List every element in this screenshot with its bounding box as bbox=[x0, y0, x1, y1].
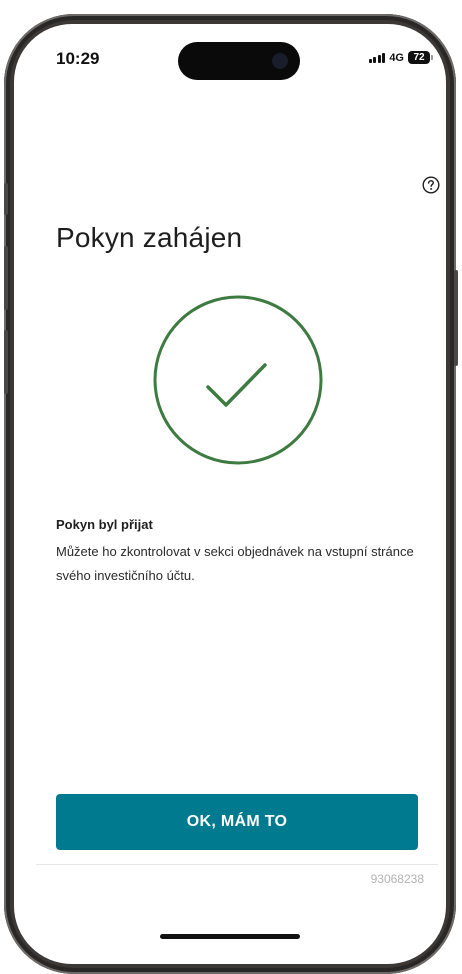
dynamic-island bbox=[178, 42, 300, 80]
battery-icon: 72 bbox=[408, 51, 433, 64]
check-circle-icon bbox=[152, 294, 324, 466]
network-type: 4G bbox=[389, 51, 404, 64]
status-time: 10:29 bbox=[56, 49, 100, 68]
action-button bbox=[4, 183, 8, 215]
camera-icon bbox=[272, 53, 288, 69]
message-text: Můžete ho zkontrolovat v sekci objednáve… bbox=[56, 544, 414, 583]
signal-icon bbox=[368, 52, 386, 63]
volume-down-button bbox=[4, 330, 8, 394]
ok-button[interactable]: OK, MÁM TO bbox=[56, 794, 418, 850]
reference-number: 93068238 bbox=[370, 872, 424, 886]
message-title: Pokyn byl přijat bbox=[56, 517, 153, 532]
page-title: Pokyn zahájen bbox=[56, 222, 243, 253]
help-icon[interactable] bbox=[422, 176, 440, 194]
app-screen: 10:29 4G 72 Pokyn zahájen Pokyn byl přij… bbox=[14, 24, 446, 964]
home-indicator[interactable] bbox=[160, 934, 300, 939]
footer-divider bbox=[36, 864, 438, 865]
status-indicators: 4G 72 bbox=[368, 51, 433, 64]
power-button bbox=[454, 270, 458, 366]
volume-up-button bbox=[4, 246, 8, 310]
